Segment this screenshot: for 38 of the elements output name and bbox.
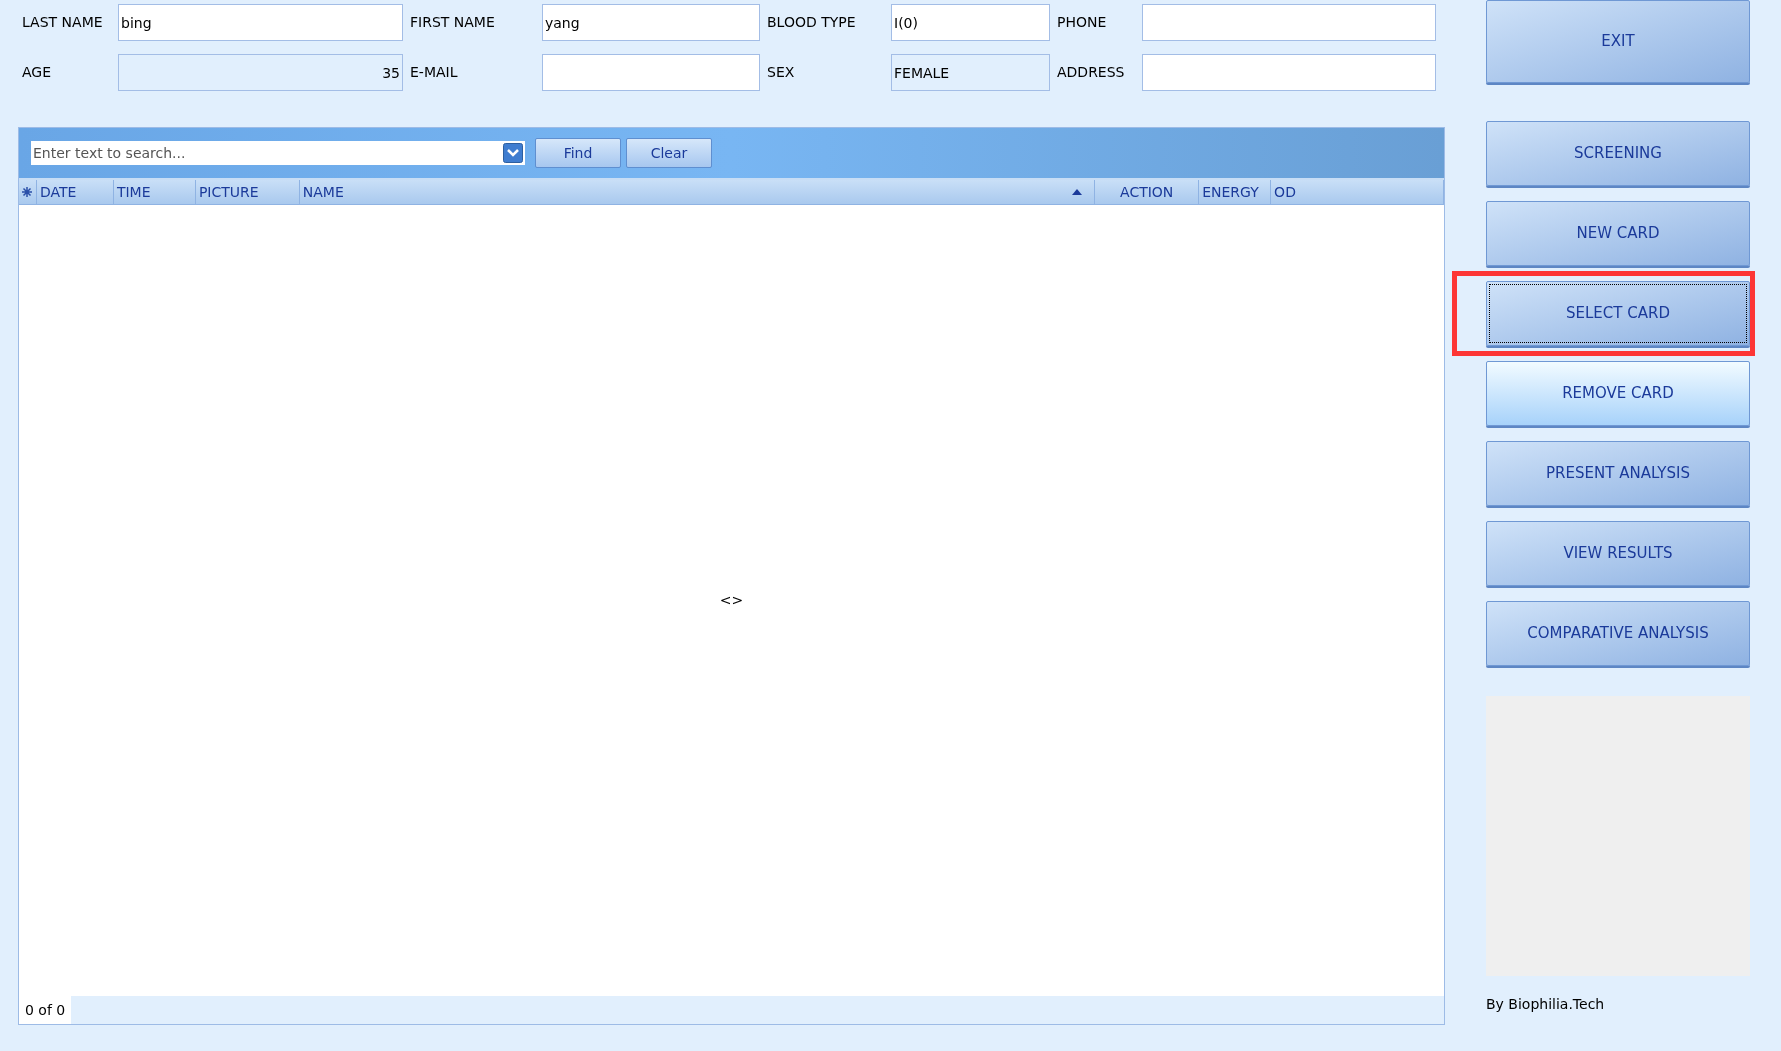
input-field[interactable]: FEMALE: [891, 54, 1050, 91]
action-button[interactable]: REMOVE CARD: [1486, 361, 1750, 426]
field-label: LAST NAME: [21, 13, 104, 32]
credit-text: By Biophilia.Tech: [1486, 995, 1606, 1014]
input-field[interactable]: [542, 54, 760, 91]
action-button[interactable]: PRESENT ANALYSIS: [1486, 441, 1750, 506]
field-label: E-MAIL: [409, 63, 459, 82]
field-label: BLOOD TYPE: [766, 13, 857, 32]
search-button[interactable]: Find: [535, 138, 621, 168]
column-header[interactable]: OD: [1271, 180, 1444, 204]
input-field[interactable]: bing: [118, 4, 403, 41]
column-header[interactable]: DATE: [37, 180, 114, 204]
field-label: AGE: [21, 63, 53, 82]
action-button[interactable]: VIEW RESULTS: [1486, 521, 1750, 586]
input-field[interactable]: 35: [118, 54, 403, 91]
input-field[interactable]: [1142, 4, 1436, 41]
empty-text: <>: [719, 591, 744, 610]
action-button[interactable]: EXIT: [1486, 0, 1750, 83]
column-header[interactable]: PICTURE: [195, 180, 300, 204]
column-header[interactable]: NAME: [299, 180, 1096, 204]
column-header[interactable]: TIME: [113, 180, 196, 204]
asterisk-icon: [22, 187, 33, 197]
field-label: SEX: [766, 63, 796, 82]
input-field[interactable]: [1142, 54, 1436, 91]
field-label: PHONE: [1056, 13, 1108, 32]
input-field[interactable]: yang: [542, 4, 760, 41]
pager-text: 0 of 0: [19, 996, 72, 1024]
column-header[interactable]: ACTION: [1095, 180, 1200, 204]
search-button[interactable]: Clear: [626, 138, 712, 168]
field-label: FIRST NAME: [409, 13, 496, 32]
action-button[interactable]: SELECT CARD: [1486, 281, 1750, 346]
action-button[interactable]: SCREENING: [1486, 121, 1750, 186]
field-label: ADDRESS: [1056, 63, 1126, 82]
dropdown-icon[interactable]: [503, 143, 523, 163]
column-header[interactable]: ENERGY: [1199, 180, 1272, 204]
input-field[interactable]: I(0): [891, 4, 1050, 41]
action-button[interactable]: COMPARATIVE ANALYSIS: [1486, 601, 1750, 666]
action-button[interactable]: NEW CARD: [1486, 201, 1750, 266]
